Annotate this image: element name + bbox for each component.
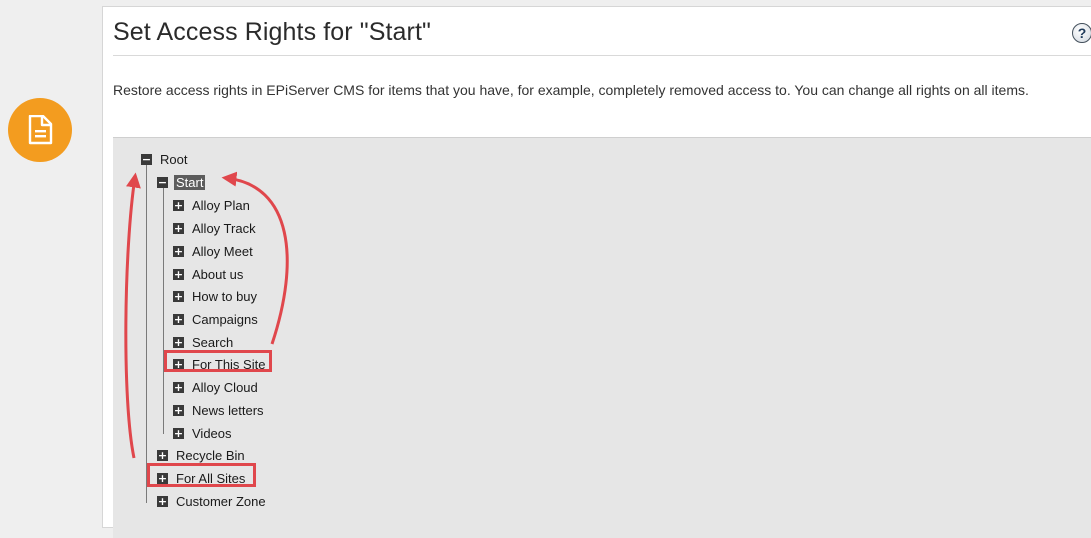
tree-node-about-us[interactable]: + About us xyxy=(173,265,245,283)
tree-node-label[interactable]: Alloy Plan xyxy=(190,198,252,213)
expand-icon[interactable]: + xyxy=(173,245,184,257)
tree-node-label[interactable]: How to buy xyxy=(190,289,259,304)
expand-icon[interactable]: + xyxy=(157,495,168,507)
expand-icon[interactable]: + xyxy=(173,336,184,348)
tree-node-recycle-bin[interactable]: + Recycle Bin xyxy=(157,446,247,464)
tree-node-label[interactable]: News letters xyxy=(190,403,266,418)
expand-icon[interactable]: + xyxy=(157,449,168,461)
expand-icon[interactable]: + xyxy=(173,427,184,439)
expand-icon[interactable]: + xyxy=(173,199,184,211)
tree-node-label[interactable]: Customer Zone xyxy=(174,494,268,509)
tree-node-how-to-buy[interactable]: + How to buy xyxy=(173,287,259,305)
tree-connector-root xyxy=(146,163,147,503)
expand-icon[interactable]: + xyxy=(173,268,184,280)
document-icon xyxy=(28,115,53,145)
tree-node-label[interactable]: Alloy Track xyxy=(190,221,258,236)
collapse-icon[interactable]: − xyxy=(141,153,152,165)
help-icon[interactable]: ? xyxy=(1072,23,1091,43)
access-rights-panel: Set Access Rights for "Start" ? Restore … xyxy=(102,6,1091,538)
tree-node-start[interactable]: − Start xyxy=(157,173,206,191)
tree-node-campaigns[interactable]: + Campaigns xyxy=(173,310,260,328)
panel-header: Set Access Rights for "Start" ? xyxy=(113,15,1091,56)
page-tree: − Root − Start + Alloy Plan + Alloy Trac… xyxy=(113,137,1091,538)
tree-node-label[interactable]: Start xyxy=(174,174,206,190)
tree-node-alloy-track[interactable]: + Alloy Track xyxy=(173,219,258,237)
tree-node-label[interactable]: Alloy Cloud xyxy=(190,380,260,395)
expand-icon[interactable]: + xyxy=(173,381,184,393)
page-type-badge xyxy=(8,98,72,162)
collapse-icon[interactable]: − xyxy=(157,176,168,188)
tree-node-customer-zone[interactable]: + Customer Zone xyxy=(157,492,268,510)
tree-node-alloy-meet[interactable]: + Alloy Meet xyxy=(173,242,255,260)
highlight-for-this-site xyxy=(164,350,272,372)
tree-node-label[interactable]: Videos xyxy=(190,426,234,441)
tree-node-alloy-plan[interactable]: + Alloy Plan xyxy=(173,196,252,214)
tree-node-search[interactable]: + Search xyxy=(173,333,235,351)
highlight-for-all-sites xyxy=(147,463,256,487)
tree-node-label[interactable]: Alloy Meet xyxy=(190,244,255,259)
tree-node-label[interactable]: Recycle Bin xyxy=(174,448,247,463)
tree-node-label[interactable]: Campaigns xyxy=(190,312,260,327)
tree-node-label[interactable]: About us xyxy=(190,267,245,282)
tree-connector-start xyxy=(163,186,164,434)
tree-node-alloy-cloud[interactable]: + Alloy Cloud xyxy=(173,378,260,396)
tree-node-label[interactable]: Root xyxy=(158,152,189,167)
expand-icon[interactable]: + xyxy=(173,290,184,302)
expand-icon[interactable]: + xyxy=(173,313,184,325)
expand-icon[interactable]: + xyxy=(173,222,184,234)
tree-node-videos[interactable]: + Videos xyxy=(173,424,234,442)
page-title: Set Access Rights for "Start" xyxy=(113,18,431,46)
tree-node-label[interactable]: Search xyxy=(190,335,235,350)
page-description: Restore access rights in EPiServer CMS f… xyxy=(113,82,1029,98)
tree-node-root[interactable]: − Root xyxy=(141,150,189,168)
expand-icon[interactable]: + xyxy=(173,404,184,416)
tree-node-news-letters[interactable]: + News letters xyxy=(173,401,266,419)
